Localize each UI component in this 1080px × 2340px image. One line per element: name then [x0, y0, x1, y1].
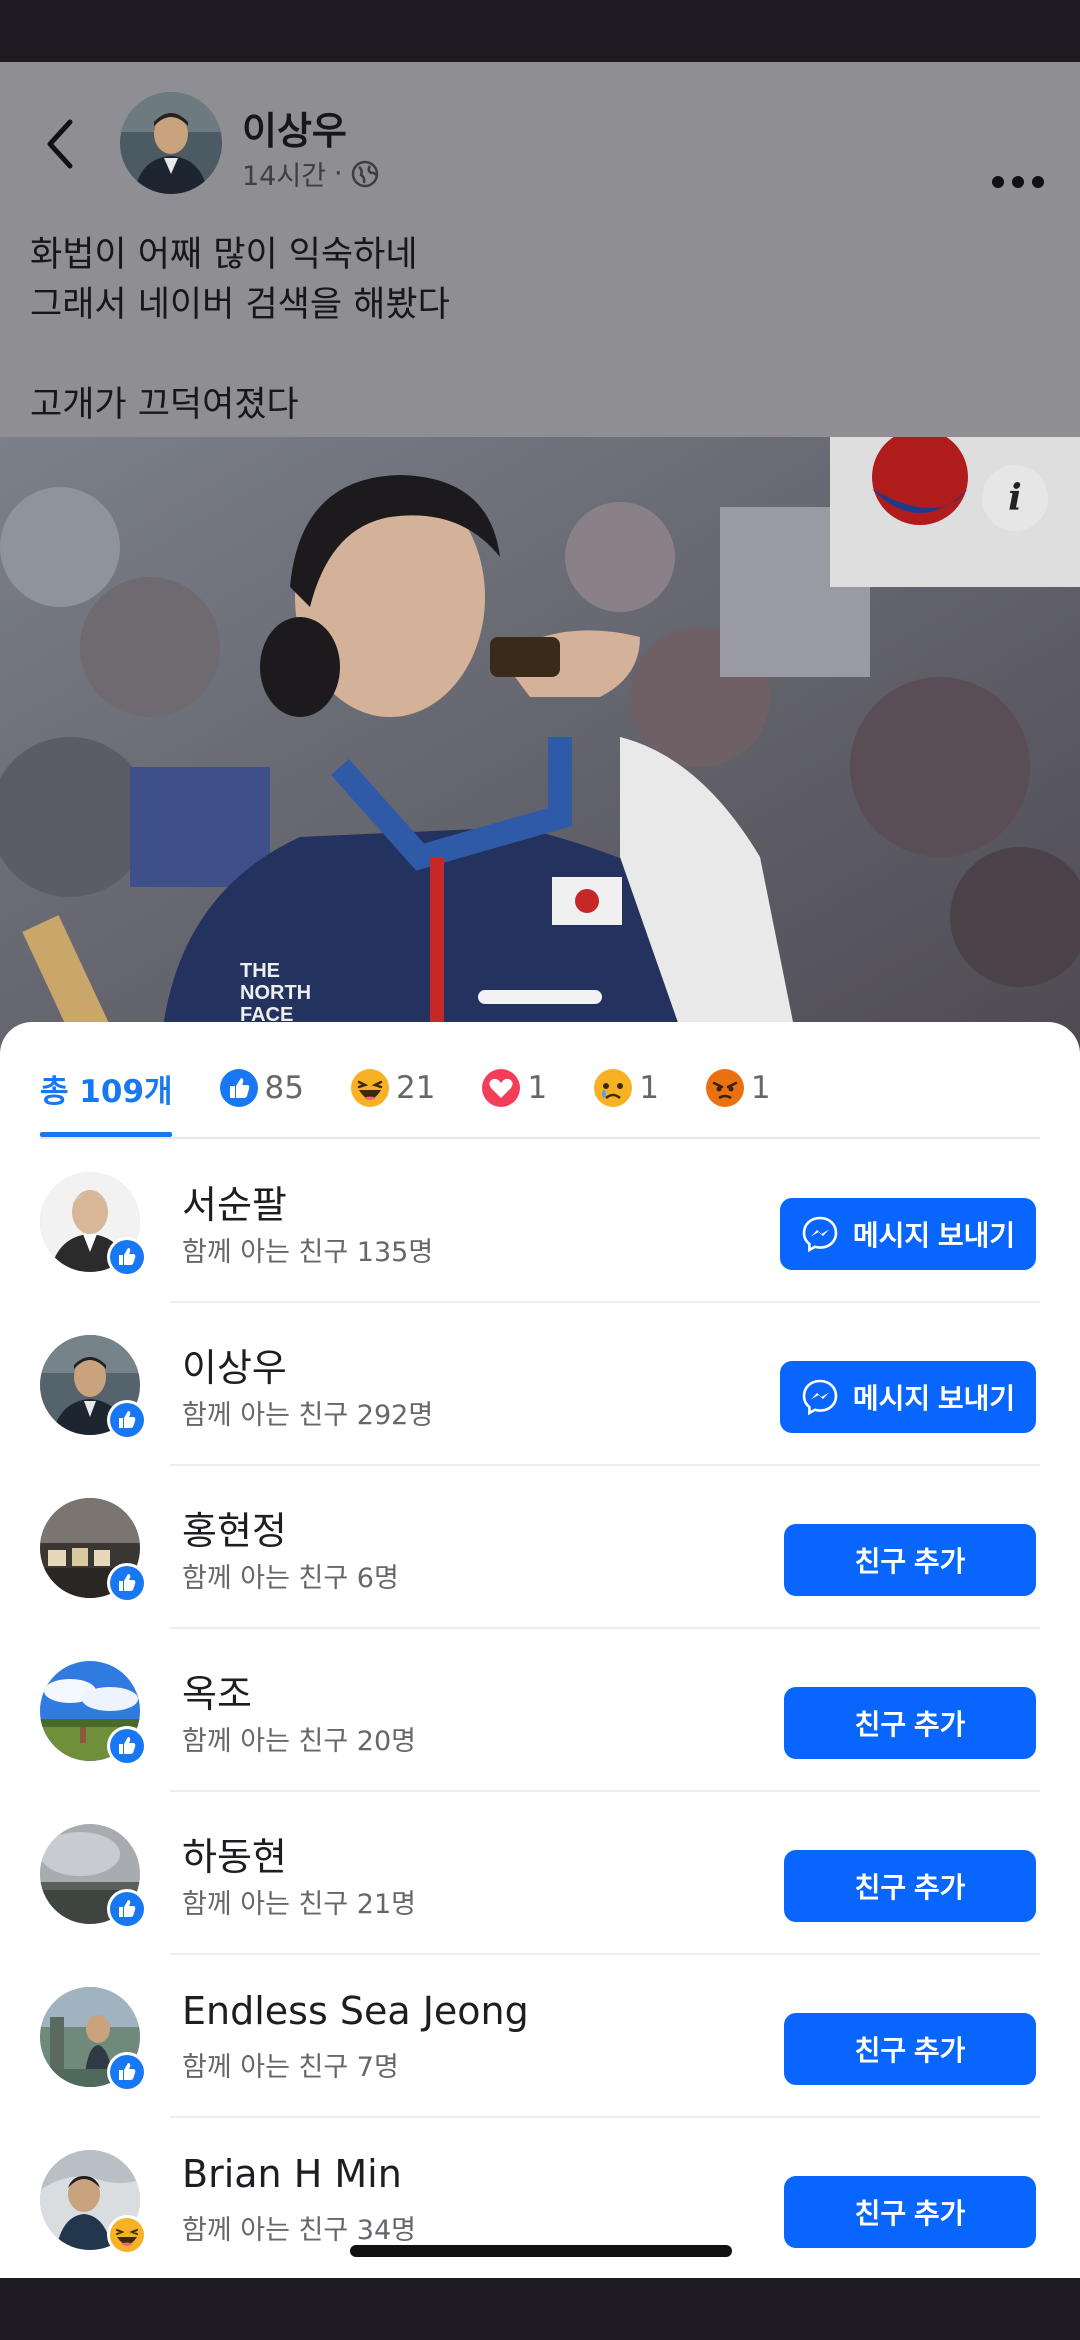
- send-message-label: 메시지 보내기: [852, 1220, 1016, 1251]
- person-name[interactable]: 옥조: [182, 1663, 252, 1718]
- mutual-friends: 함께 아는 친구 20명: [182, 1726, 416, 1757]
- add-friend-label: 친구 추가: [854, 2198, 966, 2229]
- tab-angry[interactable]: 1: [705, 1068, 771, 1108]
- list-item[interactable]: Endless Sea Jeong 함께 아는 친구 7명 친구 추가: [0, 1955, 1080, 2118]
- tab-sad[interactable]: 1: [593, 1068, 659, 1108]
- add-friend-button[interactable]: 친구 추가: [784, 1687, 1036, 1759]
- like-icon: [107, 1889, 147, 1929]
- haha-icon: [351, 1069, 389, 1107]
- messenger-icon: [802, 1216, 838, 1253]
- send-message-label: 메시지 보내기: [852, 1383, 1016, 1414]
- back-button[interactable]: [34, 114, 84, 174]
- post-meta: 14시간 ·: [242, 154, 379, 193]
- mutual-friends: 함께 아는 친구 292명: [182, 1400, 434, 1431]
- sad-icon: [594, 1069, 633, 1107]
- tab-like[interactable]: 85: [219, 1068, 304, 1108]
- more-options-button[interactable]: [990, 174, 1046, 190]
- person-name[interactable]: 하동현: [182, 1826, 287, 1881]
- info-icon: i: [1008, 477, 1022, 519]
- sheet-drag-handle[interactable]: [478, 990, 602, 1004]
- add-friend-label: 친구 추가: [854, 1872, 966, 1903]
- add-friend-label: 친구 추가: [854, 1546, 966, 1577]
- tab-like-count: 85: [264, 1070, 304, 1106]
- like-icon: [107, 1237, 147, 1277]
- reactions-sheet: 총 109개 85 21 1 1 1 서순팔 함께 아는 친구 135명 메시지…: [0, 1022, 1080, 2278]
- add-friend-button[interactable]: 친구 추가: [784, 2176, 1036, 2248]
- svg-text:THE: THE: [240, 960, 280, 982]
- tab-love-count: 1: [527, 1070, 548, 1106]
- tab-sad-count: 1: [639, 1070, 659, 1106]
- send-message-button[interactable]: 메시지 보내기: [780, 1198, 1036, 1270]
- svg-text:NORTH: NORTH: [240, 982, 311, 1004]
- author-avatar[interactable]: [120, 92, 222, 194]
- meta-separator: ·: [334, 158, 343, 189]
- post-background: 이상우 14시간 · 화법이 어째 많이 익숙하네 그래서 네이버 검색을 해봤…: [0, 62, 1080, 1062]
- reactors-list: 서순팔 함께 아는 친구 135명 메시지 보내기 이상우 함께 아는 친구 2…: [0, 1140, 1080, 2278]
- like-icon: [107, 1400, 147, 1440]
- add-friend-button[interactable]: 친구 추가: [784, 1850, 1036, 1922]
- send-message-button[interactable]: 메시지 보내기: [780, 1361, 1036, 1433]
- post-text: 화법이 어째 많이 익숙하네 그래서 네이버 검색을 해봤다 고개가 끄덕여졌다: [30, 235, 450, 425]
- love-icon: [482, 1069, 521, 1107]
- bottom-bar-area: [0, 2278, 1080, 2340]
- info-button[interactable]: i: [982, 465, 1048, 531]
- list-item[interactable]: 이상우 함께 아는 친구 292명 메시지 보내기: [0, 1303, 1080, 1466]
- like-icon: [107, 1563, 147, 1603]
- list-item[interactable]: 하동현 함께 아는 친구 21명 친구 추가: [0, 1792, 1080, 1955]
- mutual-friends: 함께 아는 친구 6명: [182, 1563, 399, 1594]
- tabs-divider: [40, 1137, 1040, 1139]
- list-item[interactable]: 옥조 함께 아는 친구 20명 친구 추가: [0, 1629, 1080, 1792]
- list-item[interactable]: 홍현정 함께 아는 친구 6명 친구 추가: [0, 1466, 1080, 1629]
- author-name[interactable]: 이상우: [242, 100, 347, 155]
- person-name[interactable]: 이상우: [182, 1337, 287, 1392]
- add-friend-button[interactable]: 친구 추가: [784, 2013, 1036, 2085]
- status-bar-area: [0, 0, 1080, 62]
- mutual-friends: 함께 아는 친구 7명: [182, 2052, 399, 2083]
- reaction-tabs: 총 109개 85 21 1 1 1: [40, 1048, 817, 1128]
- like-icon: [219, 1069, 258, 1107]
- more-dots-icon: [992, 176, 1044, 188]
- haha-icon: [107, 2215, 147, 2255]
- mutual-friends: 함께 아는 친구 21명: [182, 1889, 416, 1920]
- tab-haha-count: 21: [396, 1070, 436, 1106]
- tab-all[interactable]: 총 109개: [40, 1066, 173, 1111]
- messenger-icon: [802, 1379, 838, 1416]
- like-icon: [107, 2052, 147, 2092]
- person-name[interactable]: 서순팔: [182, 1174, 287, 1229]
- mutual-friends: 함께 아는 친구 34명: [182, 2215, 416, 2246]
- add-friend-button[interactable]: 친구 추가: [784, 1524, 1036, 1596]
- person-name[interactable]: 홍현정: [182, 1500, 287, 1555]
- tab-angry-count: 1: [750, 1070, 771, 1106]
- like-icon: [107, 1726, 147, 1766]
- globe-icon: [351, 160, 378, 187]
- person-name[interactable]: Endless Sea Jeong: [182, 1989, 529, 2033]
- tab-all-label: 총 109개: [40, 1073, 173, 1110]
- person-name[interactable]: Brian H Min: [182, 2152, 402, 2196]
- tab-love[interactable]: 1: [481, 1068, 547, 1108]
- home-indicator[interactable]: [350, 2245, 732, 2257]
- tab-haha[interactable]: 21: [350, 1068, 435, 1108]
- list-item[interactable]: 서순팔 함께 아는 친구 135명 메시지 보내기: [0, 1140, 1080, 1303]
- mutual-friends: 함께 아는 친구 135명: [182, 1237, 434, 1268]
- add-friend-label: 친구 추가: [854, 2035, 966, 2066]
- add-friend-label: 친구 추가: [854, 1709, 966, 1740]
- post-time: 14시간: [242, 161, 327, 192]
- angry-icon: [705, 1069, 744, 1107]
- chevron-left-icon: [47, 119, 73, 169]
- post-photo[interactable]: THE NORTH FACE: [0, 437, 1080, 1057]
